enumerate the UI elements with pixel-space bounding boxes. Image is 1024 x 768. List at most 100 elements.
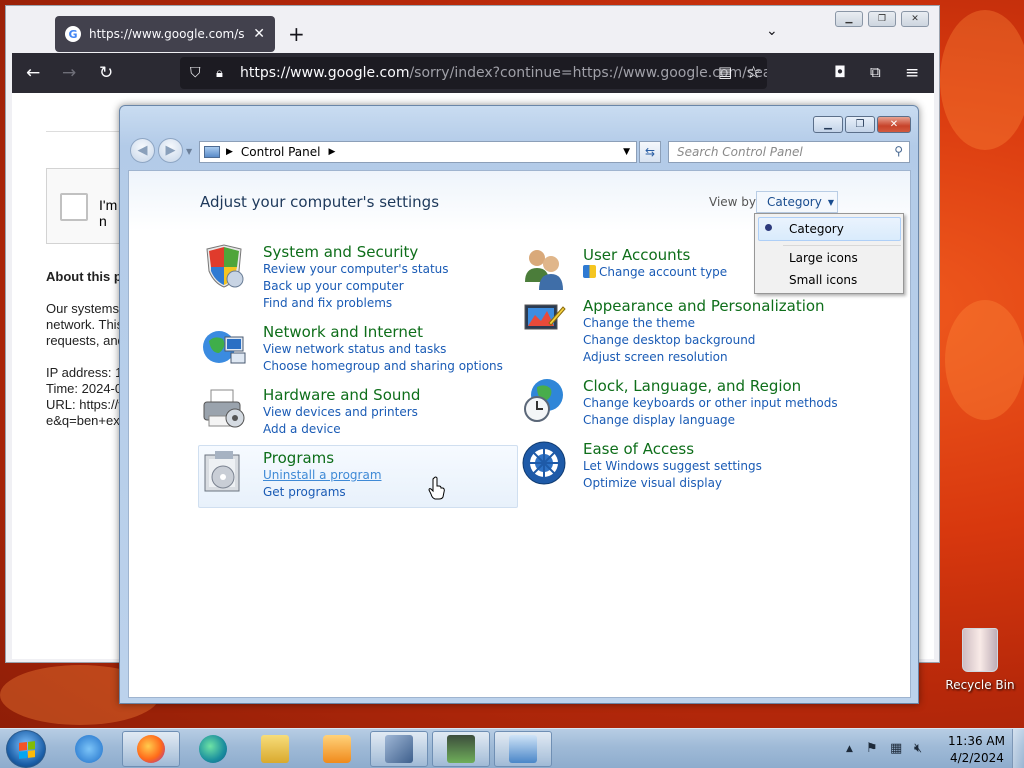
taskbar-edge[interactable] bbox=[184, 731, 242, 767]
refresh-button[interactable]: ⇆ bbox=[639, 141, 661, 163]
category-title[interactable]: Ease of Access bbox=[583, 440, 694, 458]
divider bbox=[46, 131, 126, 132]
back-arrow-icon[interactable]: ← bbox=[26, 63, 40, 83]
list-all-tabs-icon[interactable]: ⌄ bbox=[766, 23, 778, 39]
link-screen-resolution[interactable]: Adjust screen resolution bbox=[583, 350, 728, 364]
category-title[interactable]: Hardware and Sound bbox=[263, 386, 420, 404]
hand-cursor-icon bbox=[428, 476, 445, 500]
link-label: Change account type bbox=[599, 265, 728, 279]
close-button[interactable]: ✕ bbox=[901, 11, 929, 27]
edge-icon bbox=[199, 735, 227, 763]
link-back-up[interactable]: Back up your computer bbox=[263, 279, 404, 293]
start-button[interactable] bbox=[6, 730, 46, 768]
clock-globe-icon bbox=[524, 379, 563, 422]
control-panel-window: ▁ ❐ ✕ ◀ ▶ ▼ ▶ Control Panel ▶ ▼ ⇆ Search… bbox=[119, 105, 919, 704]
breadcrumb-arrow-icon[interactable]: ▶ bbox=[329, 147, 336, 157]
menu-item-small-icons[interactable]: Small icons bbox=[789, 273, 857, 287]
pocket-icon[interactable]: ◘ bbox=[834, 63, 846, 81]
maximize-button[interactable]: ❐ bbox=[845, 116, 875, 133]
link-optimize-display[interactable]: Optimize visual display bbox=[583, 476, 722, 490]
url-path: /sorry/index?continue=https://www.google… bbox=[409, 65, 767, 81]
maximize-button[interactable]: ❐ bbox=[868, 11, 896, 27]
tab-close-icon[interactable]: ✕ bbox=[253, 26, 265, 42]
recycle-bin-label: Recycle Bin bbox=[945, 678, 1015, 692]
menu-item-category[interactable]: Category bbox=[789, 222, 844, 236]
category-title[interactable]: Clock, Language, and Region bbox=[583, 377, 801, 395]
back-button[interactable]: ◀ bbox=[130, 138, 155, 163]
link-display-language[interactable]: Change display language bbox=[583, 413, 735, 427]
link-get-programs[interactable]: Get programs bbox=[263, 485, 346, 499]
network-icon[interactable]: ▦ bbox=[890, 741, 902, 756]
link-devices-printers[interactable]: View devices and printers bbox=[263, 405, 418, 419]
category-title[interactable]: Programs bbox=[263, 449, 334, 467]
firefox-icon bbox=[137, 735, 165, 763]
new-tab-button[interactable]: + bbox=[288, 22, 305, 46]
show-desktop-button[interactable] bbox=[1012, 729, 1024, 768]
url-line: URL: https://v bbox=[46, 397, 125, 412]
category-title[interactable]: User Accounts bbox=[583, 246, 690, 264]
link-uninstall-program[interactable]: Uninstall a program bbox=[263, 468, 382, 482]
extensions-icon[interactable]: ⧉ bbox=[870, 63, 881, 81]
time-line: Time: 2024-04 bbox=[46, 381, 130, 396]
taskbar-media-player[interactable] bbox=[308, 731, 366, 767]
page-line: requests, and bbox=[46, 333, 125, 348]
recycle-bin[interactable]: Recycle Bin bbox=[940, 628, 1020, 692]
clock-date[interactable]: 4/2/2024 bbox=[950, 751, 1004, 765]
address-dropdown-icon[interactable]: ▼ bbox=[623, 147, 630, 157]
link-desktop-background[interactable]: Change desktop background bbox=[583, 333, 755, 347]
reader-view-icon[interactable]: ▤ bbox=[718, 63, 732, 81]
file-explorer-icon bbox=[261, 735, 289, 763]
minimize-button[interactable]: ▁ bbox=[813, 116, 843, 133]
menu-item-large-icons[interactable]: Large icons bbox=[789, 251, 858, 265]
link-change-theme[interactable]: Change the theme bbox=[583, 316, 695, 330]
search-input[interactable]: Search Control Panel ⚲ bbox=[668, 141, 910, 163]
link-view-network-status[interactable]: View network status and tasks bbox=[263, 342, 446, 356]
recent-pages-icon[interactable]: ▼ bbox=[186, 147, 192, 156]
url-bar[interactable]: ⛉ 🔒︎ https://www.google.com/sorry/index?… bbox=[180, 57, 767, 89]
forward-arrow-icon[interactable]: → bbox=[62, 63, 76, 83]
view-by-dropdown[interactable]: Category ▼ bbox=[756, 191, 838, 213]
view-by-menu: Category Large icons Small icons bbox=[754, 213, 904, 294]
taskbar-terminal[interactable] bbox=[432, 731, 490, 767]
menu-hamburger-icon[interactable]: ≡ bbox=[905, 63, 919, 83]
link-add-device[interactable]: Add a device bbox=[263, 422, 341, 436]
radio-selected-icon bbox=[765, 224, 772, 231]
category-title[interactable]: Network and Internet bbox=[263, 323, 423, 341]
users-icon bbox=[525, 250, 563, 290]
volume-muted-icon[interactable]: 🔇︎ bbox=[914, 741, 922, 756]
link-change-account-type[interactable]: Change account type bbox=[583, 265, 727, 279]
minimize-button[interactable]: ▁ bbox=[835, 11, 863, 27]
category-title[interactable]: Appearance and Personalization bbox=[583, 297, 825, 315]
link-homegroup[interactable]: Choose homegroup and sharing options bbox=[263, 359, 503, 373]
reload-icon[interactable]: ↻ bbox=[99, 63, 113, 83]
close-button[interactable]: ✕ bbox=[877, 116, 911, 133]
ease-of-access-icon bbox=[522, 441, 566, 485]
google-favicon-icon: G bbox=[65, 26, 81, 42]
bookmark-star-icon[interactable]: ☆ bbox=[746, 63, 761, 83]
taskbar-virtualbox[interactable] bbox=[370, 731, 428, 767]
taskbar-file-explorer[interactable] bbox=[246, 731, 304, 767]
chevron-down-icon: ▼ bbox=[827, 197, 834, 207]
taskbar-firefox[interactable] bbox=[122, 731, 180, 767]
lock-icon[interactable]: 🔒︎ bbox=[216, 66, 223, 81]
forward-button[interactable]: ▶ bbox=[158, 138, 183, 163]
link-review-status[interactable]: Review your computer's status bbox=[263, 262, 449, 276]
recycle-bin-icon bbox=[962, 628, 998, 672]
link-find-fix-problems[interactable]: Find and fix problems bbox=[263, 296, 392, 310]
tracking-protection-shield-icon[interactable]: ⛉ bbox=[190, 65, 201, 81]
category-title[interactable]: System and Security bbox=[263, 243, 418, 261]
recaptcha-checkbox[interactable] bbox=[60, 193, 88, 221]
show-hidden-icons-icon[interactable]: ▲ bbox=[846, 744, 853, 754]
link-change-keyboards[interactable]: Change keyboards or other input methods bbox=[583, 396, 838, 410]
taskbar-internet-explorer[interactable] bbox=[60, 731, 118, 767]
search-icon[interactable]: ⚲ bbox=[894, 144, 903, 158]
breadcrumb[interactable]: Control Panel bbox=[241, 145, 321, 159]
link-windows-suggest[interactable]: Let Windows suggest settings bbox=[583, 459, 762, 473]
address-bar[interactable]: ▶ Control Panel ▶ ▼ bbox=[199, 141, 637, 163]
breadcrumb-arrow-icon[interactable]: ▶ bbox=[226, 147, 233, 157]
clock-time[interactable]: 11:36 AM bbox=[948, 734, 1005, 748]
page-title: Adjust your computer's settings bbox=[200, 193, 440, 211]
action-center-flag-icon[interactable]: ⚑ bbox=[866, 741, 878, 756]
browser-tab[interactable]: G https://www.google.com/searc ✕ bbox=[55, 16, 275, 52]
taskbar-control-panel[interactable] bbox=[494, 731, 552, 767]
